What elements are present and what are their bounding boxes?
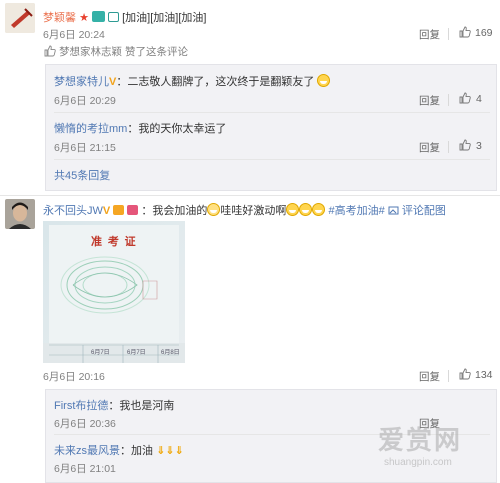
more-replies-link[interactable]: 共45条回复 bbox=[54, 167, 110, 183]
replies-panel: 梦想家特儿V：二志敬人翻牌了，这次终于是翻颖友了 6月6日 20:29 回复 4… bbox=[45, 64, 497, 191]
member-badge-icon[interactable] bbox=[92, 11, 105, 22]
liked-by-text: 梦想家林志颖 赞了这条评论 bbox=[59, 46, 188, 58]
comment-author[interactable]: 梦颖馨 bbox=[43, 12, 76, 24]
reply-author[interactable]: First布拉德 bbox=[54, 400, 108, 412]
comment-time: 6月6日 20:24 bbox=[43, 29, 105, 41]
comment-image[interactable]: 准 考 证 6月7日 6月7日 6月8日 bbox=[43, 221, 185, 363]
reply-text: ：我的天你太幸运了 bbox=[127, 123, 227, 135]
reply-time: 6月6日 21:01 bbox=[54, 463, 116, 475]
ticket-row-label: 6月7日 bbox=[91, 350, 110, 356]
reply-text: ：我也是河南 bbox=[108, 400, 175, 412]
divider bbox=[448, 94, 449, 106]
reply-button[interactable]: 回复 bbox=[419, 416, 440, 431]
star-badge-icon: ★ bbox=[79, 12, 89, 24]
reply-item: 懒惰的考拉mm：我的天你太幸运了 bbox=[54, 120, 226, 136]
image-icon bbox=[388, 206, 399, 215]
like-count: 3 bbox=[476, 140, 482, 152]
reply-button[interactable]: 回复 bbox=[419, 93, 440, 108]
reply-button[interactable]: 回复 bbox=[419, 27, 440, 42]
divider bbox=[448, 141, 449, 153]
vip-badge-icon[interactable] bbox=[113, 205, 125, 215]
comment-time: 6月6日 20:16 bbox=[43, 371, 105, 383]
reply-text: ：二志敬人翻牌了，这次终于是翻颖友了 bbox=[116, 76, 315, 88]
reply-item: First布拉德：我也是河南 bbox=[54, 397, 174, 413]
ticket-title: 准 考 证 bbox=[91, 235, 137, 248]
like-button[interactable] bbox=[459, 92, 471, 107]
game-badge-icon bbox=[127, 205, 139, 215]
comment-text: ：我会加油的 bbox=[141, 205, 208, 217]
avatar[interactable] bbox=[5, 3, 35, 33]
laugh-emoji-icon bbox=[312, 203, 326, 216]
ticket-row-label: 6月8日 bbox=[161, 350, 180, 356]
reply-button[interactable]: 回复 bbox=[419, 369, 440, 384]
cool-glasses-emoji-icon bbox=[207, 203, 221, 216]
ticket-row-label: 6月7日 bbox=[127, 350, 146, 356]
like-count: 134 bbox=[475, 369, 493, 381]
like-button[interactable] bbox=[459, 26, 471, 41]
comment-item: 永不回头JWV ：我会加油的 哇哇好激动啊 #高考加油# 评论配图 准 考 证 … bbox=[0, 196, 500, 483]
reply-time: 6月6日 20:29 bbox=[54, 95, 116, 107]
reply-item: 未来zs最风景：加油 ⇓⇓⇓ bbox=[54, 442, 184, 458]
replies-panel: First布拉德：我也是河南 6月6日 20:36 回复 未来zs最风景：加油 … bbox=[45, 389, 497, 483]
hashtag-link[interactable]: #高考加油# bbox=[328, 205, 384, 217]
reply-item: 梦想家特儿V：二志敬人翻牌了，这次终于是翻颖友了 bbox=[54, 73, 331, 89]
comment-text: [加油][加油][加油] bbox=[122, 12, 207, 24]
comment-header: 梦颖馨 ★ [加油][加油][加油] bbox=[43, 9, 206, 25]
like-count: 4 bbox=[476, 93, 482, 105]
reply-time: 6月6日 20:36 bbox=[54, 418, 116, 430]
comment-header: 永不回头JWV ：我会加油的 哇哇好激动啊 #高考加油# 评论配图 bbox=[43, 202, 446, 218]
reply-author[interactable]: 懒惰的考拉mm bbox=[54, 123, 127, 135]
reply-author[interactable]: 梦想家特儿 bbox=[54, 76, 109, 88]
thumbs-up-icon bbox=[459, 92, 471, 104]
crying-laugh-emoji-icon bbox=[317, 74, 331, 87]
like-count: 169 bbox=[475, 27, 493, 39]
laugh-emoji-icon bbox=[299, 203, 313, 216]
laugh-emoji-icon bbox=[286, 203, 300, 216]
reply-author[interactable]: 未来zs最风景 bbox=[54, 445, 120, 457]
reply-time: 6月6日 21:15 bbox=[54, 142, 116, 154]
comment-author[interactable]: 永不回头JW bbox=[43, 205, 103, 217]
thumbs-up-icon bbox=[459, 26, 471, 38]
divider bbox=[54, 112, 490, 113]
avatar-image bbox=[5, 199, 35, 229]
verified-v-icon: V bbox=[102, 205, 111, 217]
like-button[interactable] bbox=[459, 139, 471, 154]
comment-item: 梦颖馨 ★ [加油][加油][加油] 6月6日 20:24 回复 169 梦想家… bbox=[0, 0, 500, 191]
avatar[interactable] bbox=[5, 199, 35, 229]
comment-image-link[interactable]: 评论配图 bbox=[402, 205, 446, 217]
divider bbox=[54, 159, 490, 160]
divider bbox=[448, 370, 449, 382]
comment-text: 哇哇好激动啊 bbox=[220, 205, 287, 217]
reply-button[interactable]: 回复 bbox=[419, 140, 440, 155]
avatar-image bbox=[5, 3, 35, 33]
divider bbox=[54, 434, 490, 435]
thumbs-up-icon bbox=[44, 45, 56, 57]
camera-badge-icon bbox=[108, 12, 120, 22]
thumbs-up-icon bbox=[459, 368, 471, 380]
thumbs-up-icon bbox=[459, 139, 471, 151]
liked-by-row: 梦想家林志颖 赞了这条评论 bbox=[44, 44, 188, 59]
like-button[interactable] bbox=[459, 368, 471, 383]
cheer-emoji-icon: ⇓⇓⇓ bbox=[156, 445, 184, 457]
reply-text: ：加油 bbox=[120, 445, 153, 457]
divider bbox=[448, 28, 449, 40]
